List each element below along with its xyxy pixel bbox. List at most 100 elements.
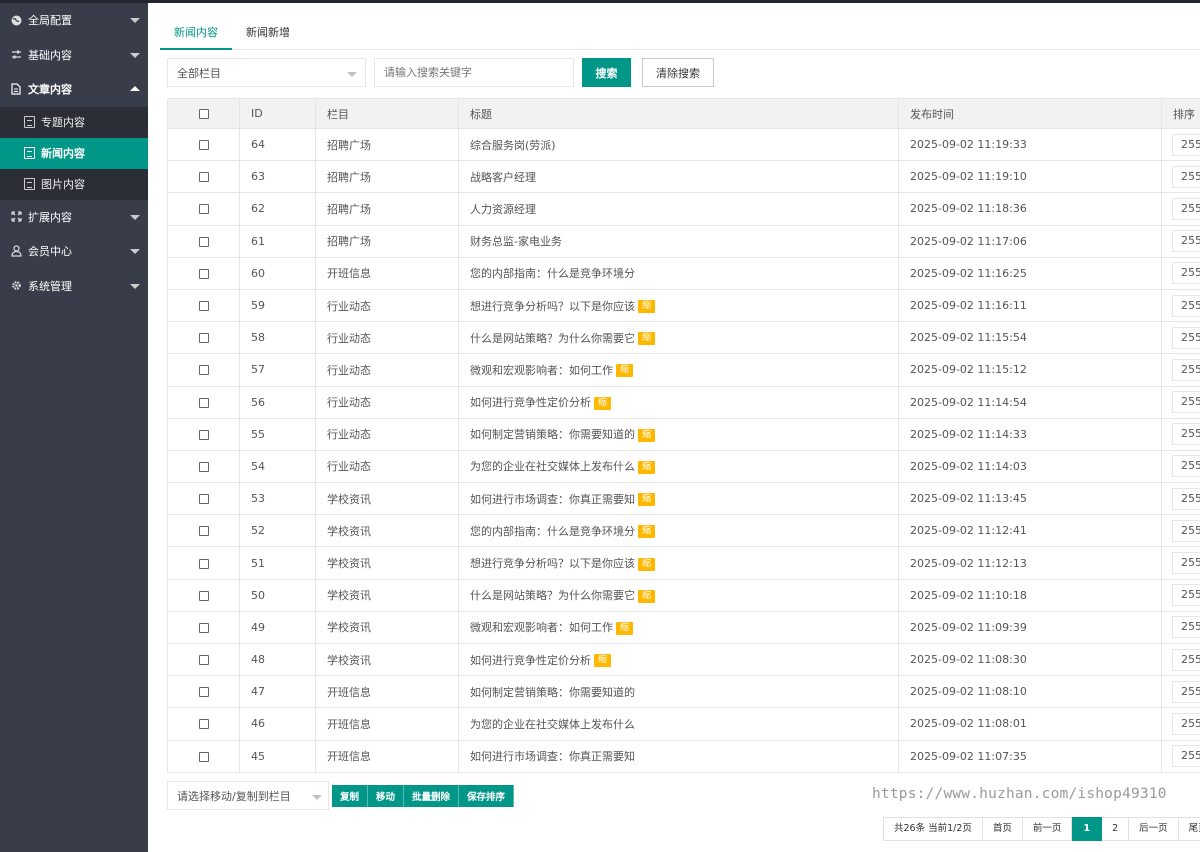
row-checkbox[interactable] (198, 687, 209, 698)
chevron-up-icon (130, 86, 140, 92)
article-title-link[interactable]: 您的内部指南：什么是竞争环境分 (470, 267, 635, 280)
pagination-prev[interactable]: 前一页 (1022, 817, 1073, 841)
sort-order-input[interactable]: 255 (1172, 745, 1200, 768)
article-title-link[interactable]: 为您的企业在社交媒体上发布什么 (470, 718, 635, 731)
cell-title: 如何进行竞争性定价分析缩 (458, 385, 899, 419)
article-title-link[interactable]: 微观和宏观影响者：如何工作 (470, 621, 613, 634)
row-checkbox[interactable] (198, 268, 209, 279)
article-title-link[interactable]: 什么是网站策略？为什么你需要它 (470, 332, 635, 345)
cell-category: 行业动态 (315, 417, 459, 451)
tab-news-add[interactable]: 新闻新增 (232, 16, 304, 50)
sort-order-input[interactable]: 255 (1172, 616, 1200, 639)
row-checkbox[interactable] (198, 494, 209, 505)
row-checkbox[interactable] (198, 397, 209, 408)
row-checkbox[interactable] (198, 204, 209, 215)
sidebar-item-news-content[interactable]: 新闻内容 (0, 137, 148, 169)
article-title-link[interactable]: 想进行竞争分析吗？以下是你应该 (470, 300, 635, 313)
tab-news-content[interactable]: 新闻内容 (160, 16, 232, 50)
sort-order-input[interactable]: 255 (1172, 487, 1200, 510)
cell-time: 2025-09-02 11:18:36 (898, 192, 1162, 226)
sort-order-input[interactable]: 255 (1172, 584, 1200, 607)
sort-order-input[interactable]: 255 (1172, 230, 1200, 253)
sidebar-item-topic-content[interactable]: 专题内容 (0, 107, 148, 138)
sidebar-item-image-content[interactable]: 图片内容 (0, 169, 148, 200)
sort-order-input[interactable]: 255 (1172, 294, 1200, 317)
row-checkbox[interactable] (198, 236, 209, 247)
table-row: 60 开班信息 您的内部指南：什么是竞争环境分 2025-09-02 11:16:25… (167, 256, 1200, 290)
batch-delete-button[interactable]: 批量删除 (404, 784, 460, 807)
row-checkbox[interactable] (198, 655, 209, 666)
row-checkbox[interactable] (198, 461, 209, 472)
row-checkbox[interactable] (198, 590, 209, 601)
pagination-page-2[interactable]: 2 (1102, 817, 1130, 841)
cell-time: 2025-09-02 11:13:45 (898, 482, 1162, 516)
sort-order-input[interactable]: 255 (1172, 712, 1200, 735)
sort-order-input[interactable]: 255 (1172, 519, 1200, 542)
sidebar-item-basic-content[interactable]: 基础内容 (0, 38, 148, 73)
select-all-checkbox[interactable] (198, 109, 209, 119)
sort-order-input[interactable]: 255 (1172, 262, 1200, 285)
article-title-link[interactable]: 战略客户经理 (470, 171, 536, 184)
article-title-link[interactable]: 微观和宏观影响者：如何工作 (470, 364, 613, 377)
sort-order-input[interactable]: 255 (1172, 326, 1200, 349)
pagination-page-1[interactable]: 1 (1072, 817, 1103, 841)
row-checkbox[interactable] (198, 751, 209, 762)
sidebar-item-global-config[interactable]: 全局配置 (0, 3, 148, 38)
category-select[interactable]: 全部栏目 (167, 58, 366, 87)
article-title-link[interactable]: 如何进行竞争性定价分析 (470, 654, 591, 667)
search-input[interactable] (374, 58, 574, 87)
sort-order-input[interactable]: 255 (1172, 133, 1200, 156)
row-checkbox[interactable] (198, 365, 209, 376)
row-checkbox[interactable] (198, 172, 209, 183)
article-title-link[interactable]: 您的内部指南：什么是竞争环境分 (470, 525, 635, 538)
article-title-link[interactable]: 财务总监-家电业务 (470, 235, 562, 248)
article-title-link[interactable]: 什么是网站策略？为什么你需要它 (470, 589, 635, 602)
search-button[interactable]: 搜索 (582, 58, 631, 87)
sort-order-input[interactable]: 255 (1172, 552, 1200, 575)
sidebar-item-article-content[interactable]: 文章内容 (0, 72, 148, 107)
row-checkbox[interactable] (198, 558, 209, 569)
row-checkbox[interactable] (198, 333, 209, 344)
sort-order-input[interactable]: 255 (1172, 648, 1200, 671)
row-checkbox[interactable] (198, 719, 209, 730)
clear-search-button[interactable]: 清除搜索 (642, 58, 714, 87)
article-title-link[interactable]: 综合服务岗(劳派) (470, 139, 556, 152)
article-title-link[interactable]: 如何进行市场调查：你真正需要知 (470, 750, 635, 763)
pagination-first[interactable]: 首页 (982, 817, 1023, 841)
row-checkbox[interactable] (198, 429, 209, 440)
article-title-link[interactable]: 想进行竞争分析吗？以下是你应该 (470, 557, 635, 570)
sidebar-submenu: 专题内容 新闻内容 图片内容 (0, 106, 148, 200)
article-title-link[interactable]: 人力资源经理 (470, 203, 536, 216)
cell-sort: 255 (1161, 224, 1200, 258)
article-title-link[interactable]: 如何制定营销策略：你需要知道的 (470, 428, 635, 441)
sidebar-item-label: 专题内容 (41, 116, 85, 129)
article-title-link[interactable]: 如何制定营销策略：你需要知道的 (470, 686, 635, 699)
article-title-link[interactable]: 为您的企业在社交媒体上发布什么 (470, 460, 635, 473)
copy-button[interactable]: 复制 (332, 784, 369, 807)
pagination-next[interactable]: 后一页 (1129, 817, 1179, 841)
row-checkbox[interactable] (198, 526, 209, 537)
sidebar-item-system-management[interactable]: 系统管理 (0, 269, 148, 304)
sort-order-input[interactable]: 255 (1172, 455, 1200, 478)
cell-select (167, 417, 240, 451)
save-sort-button[interactable]: 保存排序 (459, 784, 515, 807)
article-title-link[interactable]: 如何进行竞争性定价分析 (470, 396, 591, 409)
table-row: 59 行业动态 想进行竞争分析吗？以下是你应该缩 2025-09-02 11:16:1… (167, 288, 1200, 323)
sort-order-input[interactable]: 255 (1172, 391, 1200, 414)
sort-order-input[interactable]: 255 (1172, 358, 1200, 381)
article-title-link[interactable]: 如何进行市场调查：你真正需要知 (470, 493, 635, 506)
row-checkbox[interactable] (198, 301, 209, 312)
sidebar-item-extension-content[interactable]: 扩展内容 (0, 200, 148, 235)
move-copy-category-select[interactable]: 请选择移动/复制到栏目 (167, 781, 329, 810)
row-checkbox[interactable] (198, 622, 209, 633)
file-icon (24, 178, 35, 190)
cell-select (167, 321, 240, 355)
sort-order-input[interactable]: 255 (1172, 197, 1200, 220)
sidebar-item-member-center[interactable]: 会员中心 (0, 234, 148, 269)
sort-order-input[interactable]: 255 (1172, 165, 1200, 188)
sort-order-input[interactable]: 255 (1172, 423, 1200, 446)
pagination-last[interactable]: 尾页 (1178, 817, 1200, 841)
sort-order-input[interactable]: 255 (1172, 680, 1200, 703)
row-checkbox[interactable] (198, 140, 209, 151)
move-button[interactable]: 移动 (368, 784, 405, 807)
